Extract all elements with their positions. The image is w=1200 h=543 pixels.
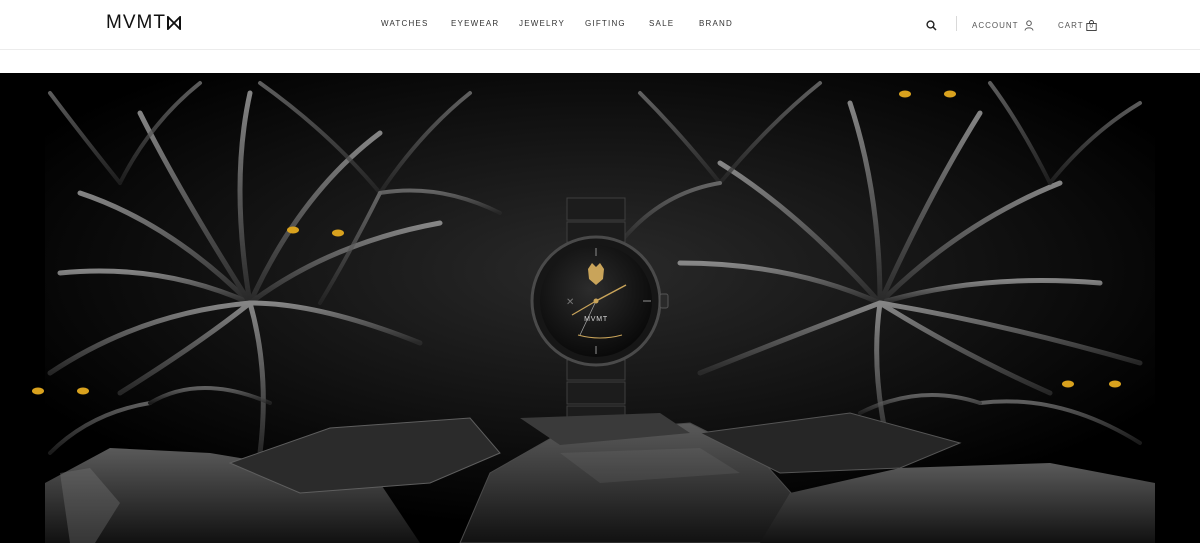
- search-icon: [926, 19, 937, 31]
- hero-banner[interactable]: ✕ MVMT: [0, 73, 1200, 543]
- cart-bag-icon: 0: [1085, 19, 1097, 31]
- cart-link[interactable]: CART 0: [1058, 17, 1097, 33]
- cart-label: CART: [1058, 20, 1084, 30]
- nav-item-jewelry[interactable]: JEWELRY: [519, 18, 565, 30]
- cart-count: 0: [1089, 23, 1093, 30]
- nav-item-watches[interactable]: WATCHES: [381, 18, 429, 30]
- svg-text:✕: ✕: [566, 297, 574, 308]
- dial-brand-text: MVMT: [584, 316, 608, 323]
- nav-item-gifting[interactable]: GIFTING: [585, 18, 626, 30]
- hero-image: ✕ MVMT: [0, 73, 1200, 543]
- site-header: MVMT WATCHES EYEWEAR JEWELRY GIFTING SAL…: [0, 0, 1200, 50]
- user-icon: [1024, 19, 1034, 31]
- search-button[interactable]: [926, 17, 937, 33]
- nav-item-brand[interactable]: BRAND: [699, 18, 733, 30]
- nav-item-eyewear[interactable]: EYEWEAR: [451, 18, 499, 30]
- nav-item-sale[interactable]: SALE: [649, 18, 674, 30]
- header-divider: [956, 16, 957, 31]
- account-label: ACCOUNT: [972, 20, 1019, 30]
- account-link[interactable]: ACCOUNT: [972, 17, 1034, 33]
- header-spacer: [0, 50, 1200, 73]
